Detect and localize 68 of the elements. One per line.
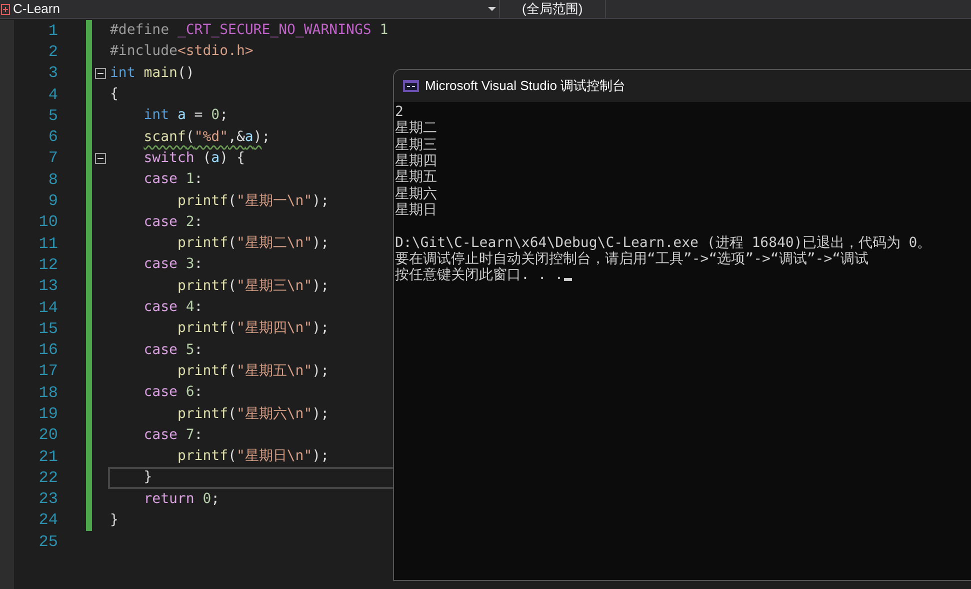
code-text: printf("星期六\n"); [177, 404, 330, 424]
code-text: printf("星期一\n"); [177, 192, 330, 211]
code-text: return 0; [144, 490, 220, 509]
code-text: case 2: [144, 212, 203, 232]
code-text: case 3: [144, 255, 203, 274]
code-text: printf("星期三\n"); [177, 276, 330, 296]
project-dropdown[interactable]: C-Learn [0, 0, 500, 18]
console-output-line: 星期二 [395, 120, 437, 136]
line-number: 6 [47, 127, 58, 148]
console-message-line: 要在调试停止时自动关闭控制台，请启用“工具”->“选项”->“调试”->“调试 [395, 250, 869, 267]
console-output-line: 星期日 [395, 202, 437, 218]
line-number: 22 [38, 468, 58, 489]
line-number: 8 [47, 170, 58, 191]
line-number: 10 [38, 212, 58, 234]
code-text: printf("星期日\n"); [177, 447, 330, 466]
code-text: case 7: [144, 426, 203, 445]
code-text: } [144, 468, 152, 488]
caret-icon [488, 7, 496, 11]
console-output-line: 2 [395, 104, 404, 120]
console-output-line: 星期五 [395, 169, 437, 186]
console-title: Microsoft Visual Studio 调试控制台 [425, 77, 626, 96]
console-message-line: 按任意键关闭此窗口. . . [395, 267, 564, 284]
code-text: switch (a) { [144, 148, 245, 168]
line-number: 24 [38, 510, 58, 532]
code-text: #define _CRT_SECURE_NO_WARNINGS 1 [110, 21, 388, 40]
line-number: 20 [38, 425, 58, 446]
line-number: 7 [47, 148, 58, 170]
code-text: case 4: [144, 298, 203, 318]
cursor-icon [564, 278, 572, 281]
line-number: 19 [38, 404, 58, 425]
console-output-line: 星期三 [395, 136, 437, 153]
line-number: 9 [47, 191, 58, 212]
line-number: 3 [47, 63, 58, 84]
line-number: 4 [47, 84, 58, 106]
code-text: printf("星期五\n"); [177, 362, 330, 381]
line-number: 12 [38, 254, 58, 276]
line-number: 15 [38, 318, 58, 340]
code-text: printf("星期四\n"); [177, 319, 330, 338]
line-number: 2 [47, 42, 58, 63]
code-text: { [110, 85, 118, 104]
code-text: case 6: [144, 383, 203, 402]
line-number: 25 [38, 532, 58, 553]
code-text: int a = 0; [144, 106, 228, 126]
collapse-icon[interactable] [94, 68, 106, 79]
line-number: 11 [38, 234, 58, 255]
code-text: case 5: [144, 340, 203, 360]
code-text: } [110, 510, 118, 530]
line-number: 5 [47, 106, 58, 127]
line-number: 18 [38, 382, 58, 404]
console-output-line: 星期四 [395, 153, 437, 170]
code-text: printf("星期二\n"); [177, 234, 330, 254]
line-number: 13 [38, 276, 58, 298]
line-number: 23 [38, 489, 58, 510]
line-number: 16 [38, 340, 58, 362]
code-text: scanf("%d",&a); [144, 128, 270, 147]
line-number: 21 [38, 446, 58, 468]
line-number: 14 [38, 298, 58, 319]
console-output-line: 星期六 [395, 186, 437, 202]
code-text: case 1: [144, 170, 203, 190]
line-number: 17 [38, 361, 58, 382]
code-text: #include<stdio.h> [110, 42, 254, 62]
project-icon [1, 4, 10, 14]
console-icon [403, 80, 419, 92]
code-text: int main() [110, 64, 194, 83]
console-message-line: D:\Git\C-Learn\x64\Debug\C-Learn.exe (进程 16840)已退出，代码为 0。 [395, 234, 932, 251]
collapse-icon[interactable] [94, 152, 106, 164]
line-number: 1 [47, 20, 58, 42]
scope-dropdown[interactable]: (全局范围) [506, 0, 606, 18]
